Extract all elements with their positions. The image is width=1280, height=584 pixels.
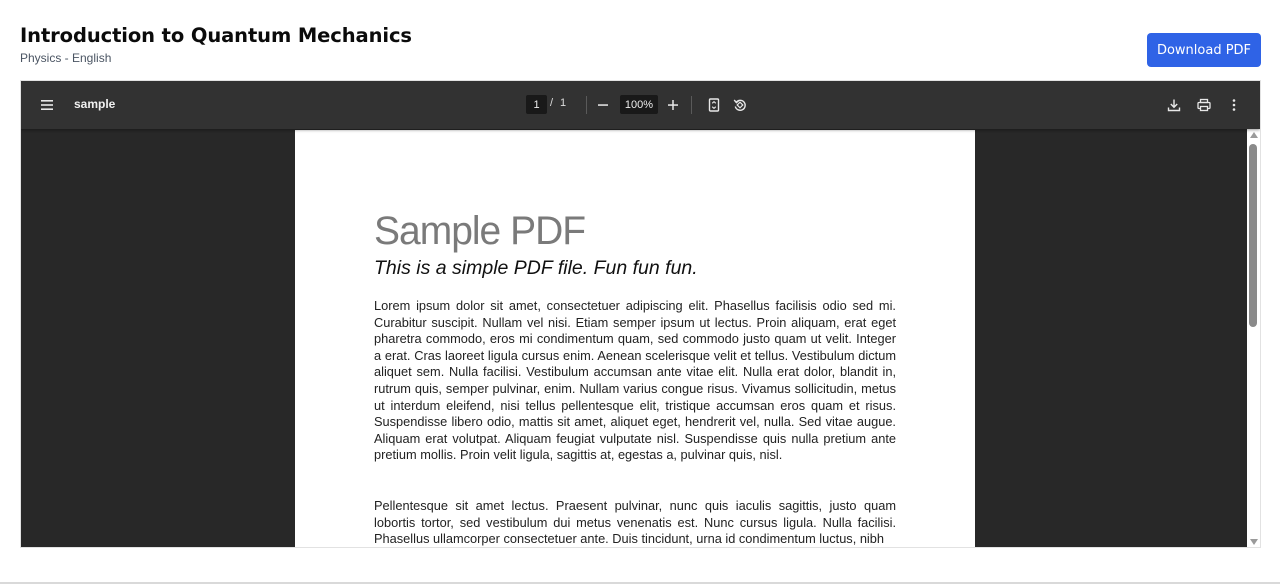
page-title: Introduction to Quantum Mechanics [20, 24, 412, 47]
toolbar-divider [586, 96, 587, 114]
rotate-icon[interactable] [729, 94, 751, 116]
pdf-scroll-area[interactable]: Sample PDF This is a simple PDF file. Fu… [21, 129, 1260, 547]
toolbar-divider [691, 96, 692, 114]
scroll-down-arrow-icon[interactable] [1250, 539, 1258, 545]
pdf-paragraph: Lorem ipsum dolor sit amet, consectetuer… [374, 298, 896, 463]
page-header: Introduction to Quantum Mechanics Physic… [20, 24, 1261, 68]
current-page-input[interactable]: 1 [526, 95, 547, 114]
fit-page-icon[interactable] [703, 94, 725, 116]
scroll-up-arrow-icon[interactable] [1250, 132, 1258, 138]
minus-icon[interactable] [592, 94, 614, 116]
viewer-toolbar: sample 1 / 1 100% [21, 81, 1260, 129]
pdf-paragraph: Pellentesque sit amet lectus. Praesent p… [374, 498, 896, 547]
more-vert-icon[interactable] [1223, 94, 1245, 116]
print-icon[interactable] [1193, 94, 1215, 116]
pdf-title: Sample PDF [374, 209, 586, 254]
page-separator: / [550, 97, 554, 109]
pdf-viewer: sample 1 / 1 100% Sample PDF This is a s… [20, 80, 1261, 548]
hamburger-menu-icon[interactable] [36, 94, 58, 116]
pdf-page: Sample PDF This is a simple PDF file. Fu… [295, 130, 975, 547]
download-pdf-button[interactable]: Download PDF [1147, 33, 1261, 67]
plus-icon[interactable] [662, 94, 684, 116]
pdf-subtitle: This is a simple PDF file. Fun fun fun. [374, 257, 698, 279]
page-subtitle: Physics - English [20, 51, 112, 65]
vertical-scrollbar[interactable] [1247, 129, 1260, 547]
download-icon[interactable] [1163, 94, 1185, 116]
zoom-level-input[interactable]: 100% [620, 95, 658, 114]
scrollbar-thumb[interactable] [1249, 144, 1257, 327]
total-pages: 1 [560, 97, 567, 109]
document-name: sample [74, 97, 116, 111]
